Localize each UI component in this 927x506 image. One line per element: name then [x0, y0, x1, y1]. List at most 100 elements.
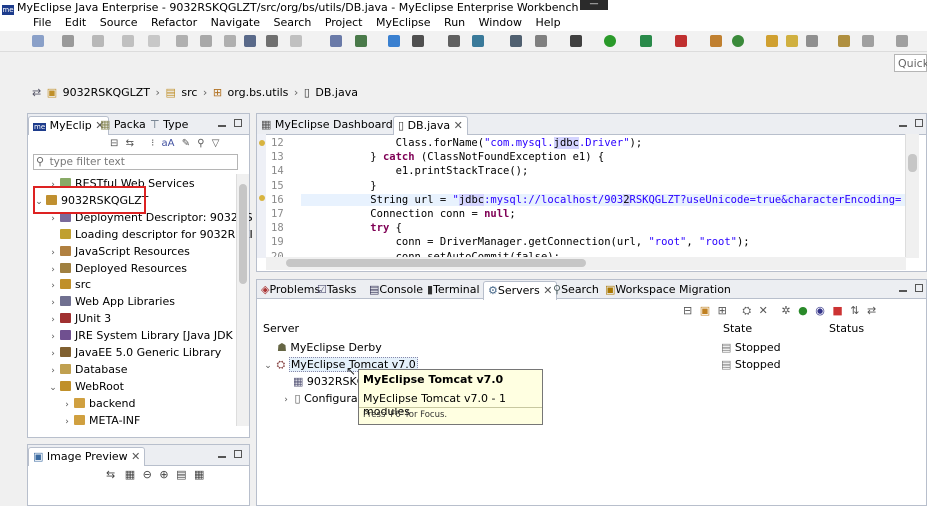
code-line[interactable]: conn = DriverManager.getConnection(url, … [345, 236, 750, 248]
breadcrumb-package[interactable]: org.bs.utils [228, 86, 289, 99]
breadcrumb-src[interactable]: src [181, 86, 197, 99]
expand-arrow-icon[interactable]: ⌄ [48, 380, 58, 396]
server-icon[interactable] [355, 35, 367, 47]
redo-icon[interactable] [148, 35, 160, 47]
maximize-icon[interactable] [915, 284, 923, 292]
globe-icon[interactable] [510, 35, 522, 47]
format-icon[interactable] [266, 35, 278, 47]
minimize-icon[interactable] [899, 119, 907, 127]
expand-arrow-icon[interactable]: › [48, 295, 58, 311]
deploy-icon[interactable] [330, 35, 342, 47]
monitor-icon[interactable] [535, 35, 547, 47]
expand-arrow-icon[interactable]: › [281, 392, 291, 409]
menu-file[interactable]: File [33, 15, 51, 31]
tree-item[interactable]: › JavaScript Resources [48, 244, 190, 260]
sync-icon[interactable]: ⇆ [106, 468, 115, 481]
debug-icon[interactable] [570, 35, 582, 47]
new-icon[interactable] [32, 35, 44, 47]
open-folder-icon[interactable] [766, 35, 778, 47]
stop-server-icon[interactable]: ■ [832, 304, 842, 317]
code-line[interactable]: Class.forName("com.mysql.jdbc.Driver"); [345, 137, 642, 149]
tree-item[interactable]: › Deployed Resources [48, 261, 187, 277]
filter-icon[interactable]: ⁝ [151, 138, 154, 149]
expand-arrow-icon[interactable]: › [48, 312, 58, 328]
collapse-all-icon[interactable]: ⊟ [683, 304, 692, 317]
breadcrumb-nav-icon[interactable]: ⇄ [32, 86, 41, 99]
tree-item[interactable]: › Web App Libraries [48, 294, 175, 310]
folder-icon[interactable] [786, 35, 798, 47]
print-icon[interactable] [92, 35, 104, 47]
minimize-icon[interactable] [218, 119, 226, 127]
back-icon[interactable] [290, 35, 302, 47]
disconnect-icon[interactable]: ⇄ [867, 304, 876, 317]
nav-back-icon[interactable] [862, 35, 874, 47]
nav-forward-icon[interactable] [896, 35, 908, 47]
tab-image-preview[interactable]: ▣ Image Preview ✕ [28, 447, 146, 466]
column-header-status[interactable]: Status [829, 322, 864, 335]
start-server-icon[interactable]: ● [798, 304, 808, 317]
view-menu-icon[interactable]: ▽ [212, 138, 220, 149]
editor-horizontal-scrollbar[interactable] [266, 257, 906, 270]
undo-icon[interactable] [122, 35, 134, 47]
collapse-all-icon[interactable]: ⊟ [110, 138, 118, 149]
tree-item[interactable]: › META-INF [62, 413, 140, 429]
column-header-state[interactable]: State [723, 322, 752, 335]
tab-package-explorer[interactable]: ▦ Packa [96, 116, 150, 134]
expand-arrow-icon[interactable]: › [62, 414, 72, 430]
tree-item[interactable]: › src [48, 277, 91, 293]
new-server-icon[interactable] [732, 35, 744, 47]
explorer-scrollbar[interactable] [236, 174, 249, 426]
code-line[interactable]: Connection conn = null; [345, 208, 515, 220]
run-icon[interactable] [604, 35, 616, 47]
tab-console[interactable]: ▤Console [365, 281, 427, 299]
tab-terminal[interactable]: ▮Terminal [423, 281, 484, 299]
delete-icon[interactable]: ✕ [759, 304, 768, 317]
expand-arrow-icon[interactable]: › [48, 363, 58, 379]
package-icon[interactable] [710, 35, 722, 47]
save-icon[interactable] [62, 35, 74, 47]
tree-item[interactable]: › Database [48, 362, 127, 379]
tree-item[interactable]: › JRE System Library [Java JDK VI [48, 328, 247, 344]
server-view-icon[interactable]: ▣ [700, 304, 710, 317]
new-server-icon[interactable]: ⛭ [742, 304, 751, 317]
pencil-icon[interactable] [806, 35, 818, 47]
person-icon[interactable] [472, 35, 484, 47]
code-line[interactable]: String url = "jdbc:mysql://localhost/903… [301, 193, 912, 206]
menu-navigate[interactable]: Navigate [211, 15, 260, 31]
tab-search[interactable]: ⚲Search [549, 281, 603, 299]
publish-icon[interactable]: ⇅ [850, 304, 859, 317]
expand-arrow-icon[interactable]: › [48, 346, 58, 362]
server-row-derby[interactable]: ☗ MyEclipse Derby [277, 339, 382, 356]
menu-source[interactable]: Source [100, 15, 138, 31]
expand-arrow-icon[interactable]: › [48, 329, 58, 345]
code-line[interactable]: } [345, 180, 376, 192]
tab-workspace-migration[interactable]: ▣Workspace Migration [601, 281, 735, 299]
link-editor-icon[interactable]: ⇆ [126, 138, 134, 149]
minimize-icon[interactable] [899, 284, 907, 292]
window-control-button[interactable]: — [580, 0, 608, 10]
debug-server-icon[interactable]: ✲ [781, 304, 790, 317]
tab-tasks[interactable]: ☑Tasks [313, 281, 360, 299]
actual-size-icon[interactable]: ▤ [176, 468, 186, 481]
profile-server-icon[interactable]: ◉ [815, 304, 825, 317]
expand-icon[interactable]: ⊞ [718, 304, 727, 317]
code-line[interactable]: e1.printStackTrace(); [345, 165, 529, 177]
menu-refactor[interactable]: Refactor [151, 15, 197, 31]
breadcrumb-file[interactable]: DB.java [315, 86, 358, 99]
quick-access-input[interactable]: Quick [894, 54, 927, 72]
run-external-icon[interactable] [640, 35, 652, 47]
menu-help[interactable]: Help [536, 15, 561, 31]
expand-arrow-icon[interactable]: › [62, 397, 72, 413]
layout-icon[interactable] [448, 35, 460, 47]
window-icon[interactable] [244, 35, 256, 47]
menu-edit[interactable]: Edit [65, 15, 86, 31]
column-header-server[interactable]: Server [263, 322, 299, 335]
menu-search[interactable]: Search [274, 15, 312, 31]
fit-icon[interactable]: ▦ [125, 468, 135, 481]
grid-icon[interactable]: ▦ [194, 468, 204, 481]
breadcrumb-project[interactable]: 9032RSKQGLZT [63, 86, 150, 99]
tree-item[interactable]: › backend [62, 396, 135, 412]
maximize-icon[interactable] [234, 119, 242, 127]
menu-myeclipse[interactable]: MyEclipse [376, 15, 431, 31]
tab-type-hierarchy[interactable]: ⊤ Type [146, 116, 192, 134]
